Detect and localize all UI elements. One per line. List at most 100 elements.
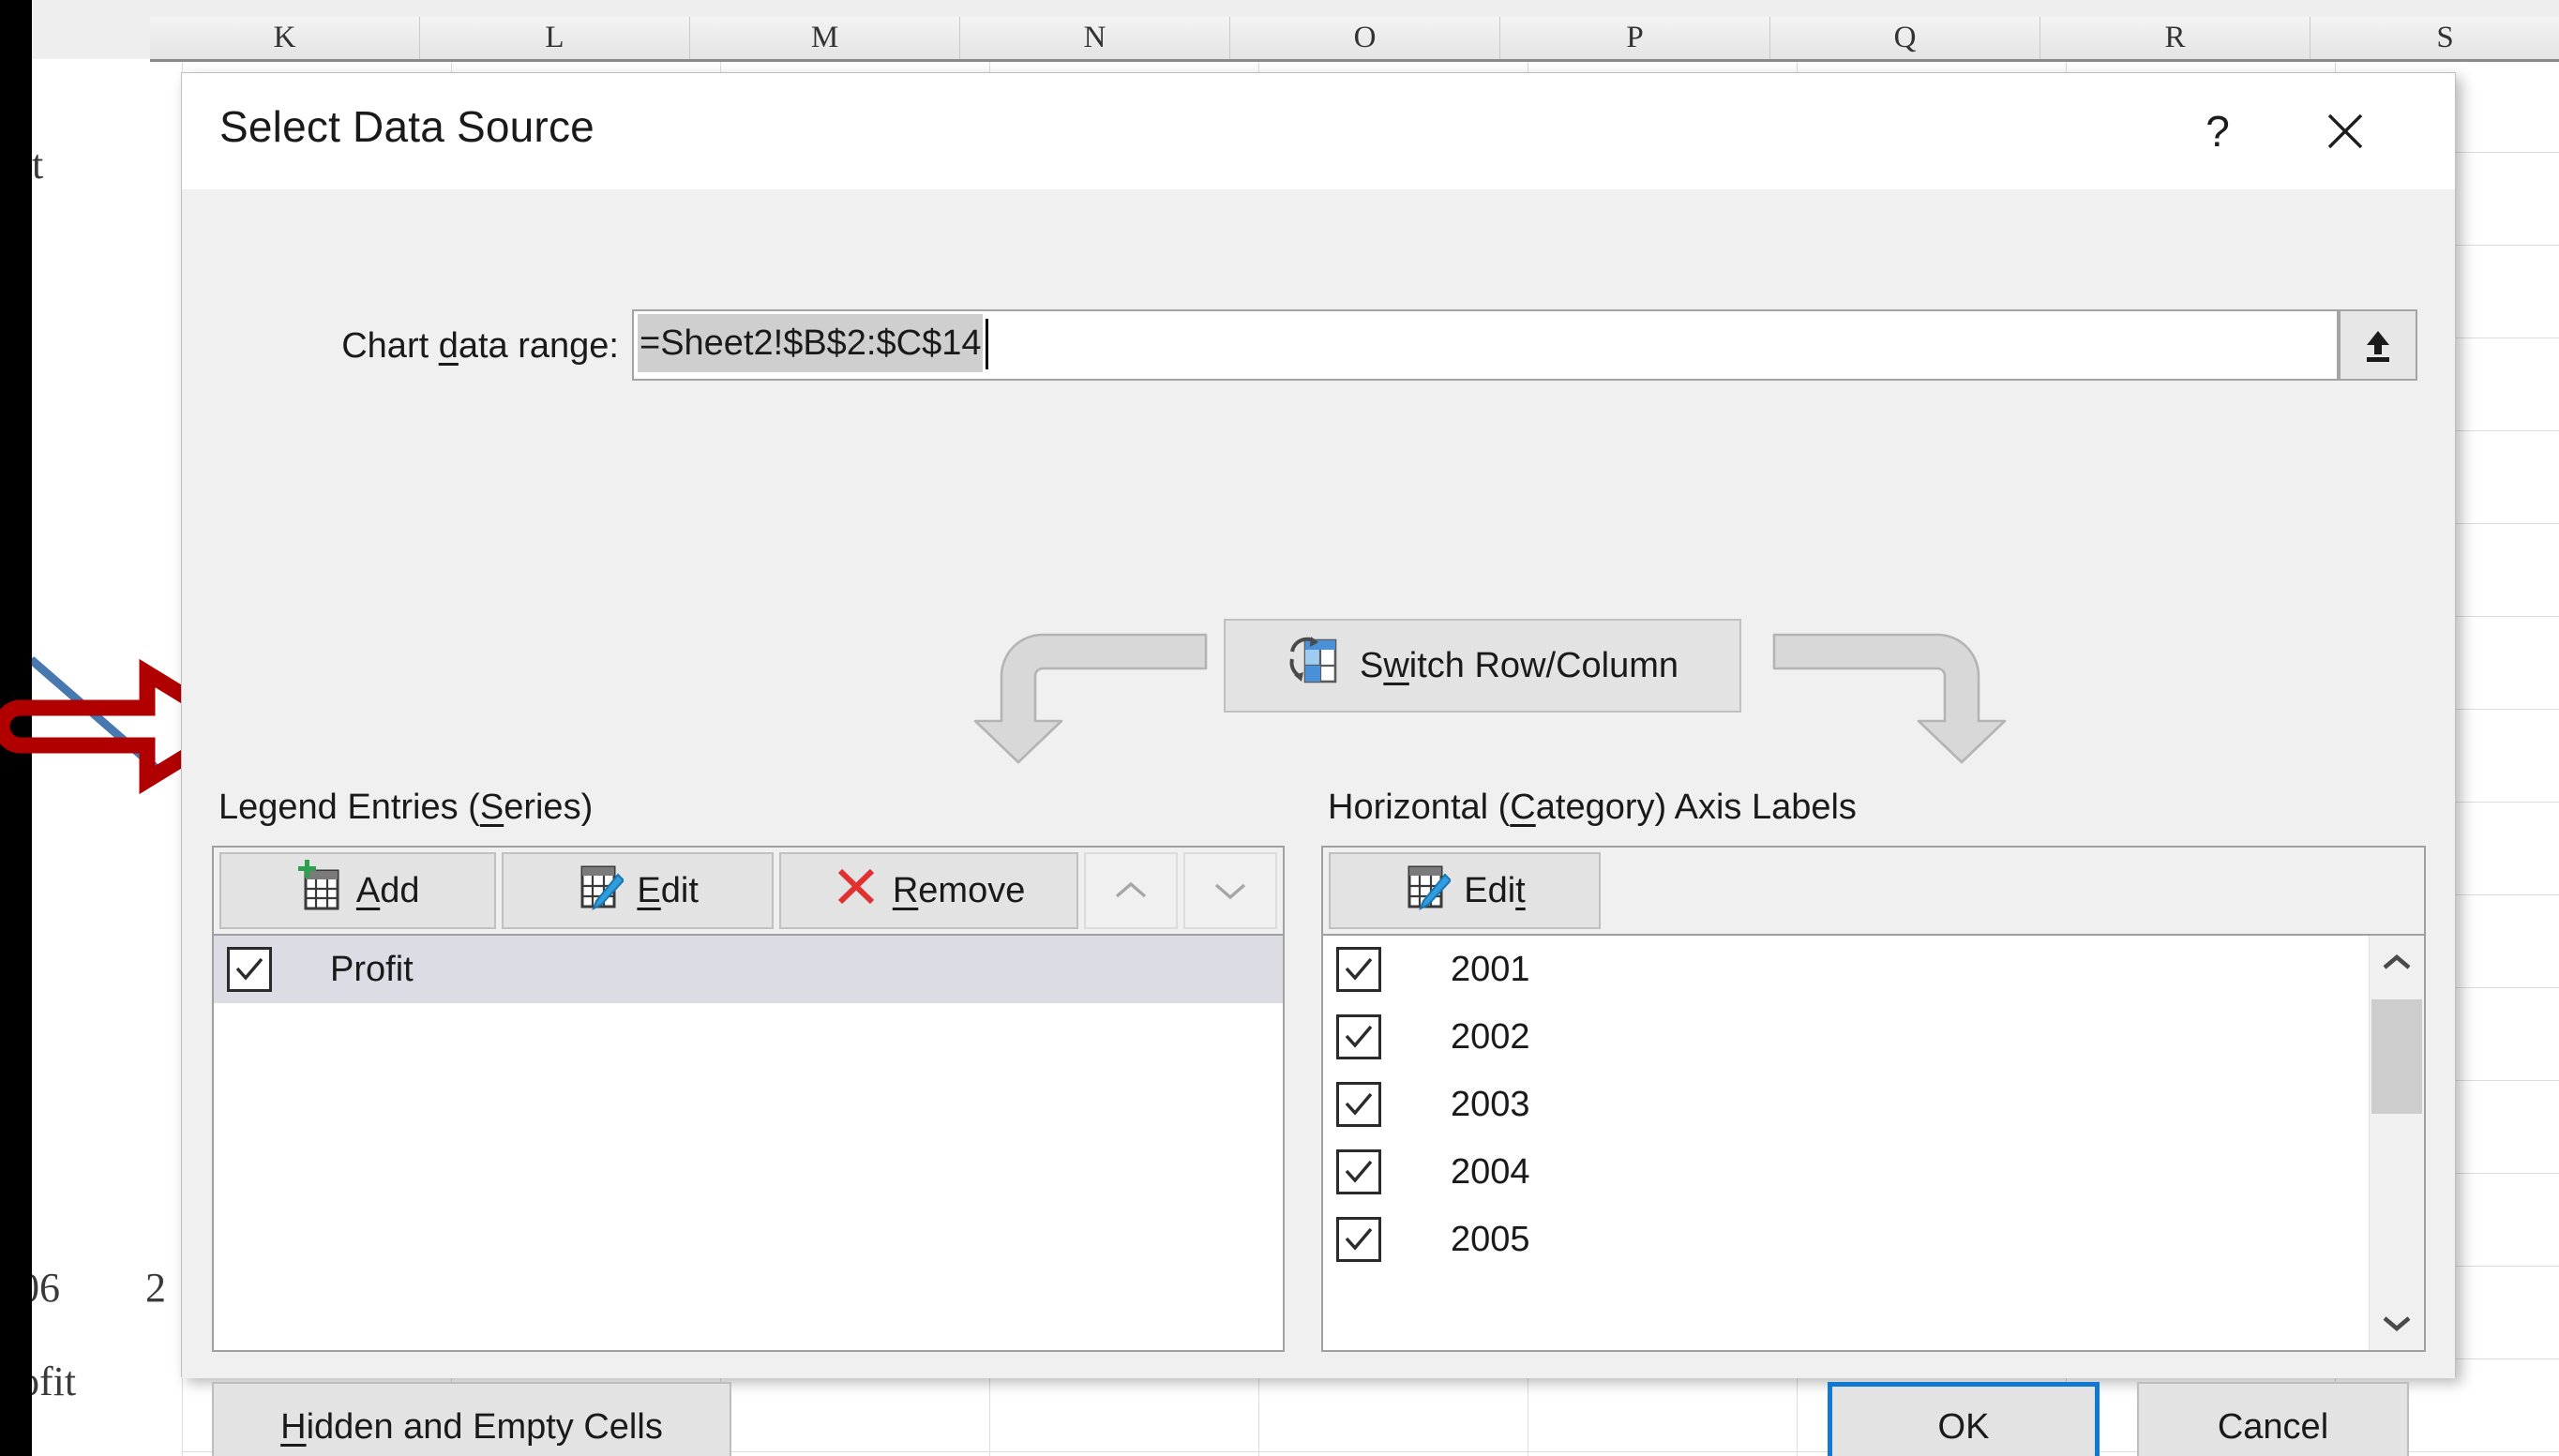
chevron-down-icon [1214,883,1246,900]
move-down-button[interactable] [1183,852,1277,929]
checkmark-icon [1345,1227,1373,1251]
bg-cell-text-chart: t [32,142,44,188]
move-up-button[interactable] [1084,852,1179,929]
range-label-accel: d [438,326,459,366]
axis-edit-part1: Edi [1464,870,1516,910]
axis-item-row[interactable]: 2002 [1323,1003,2370,1071]
scroll-down-button[interactable] [2370,1296,2424,1350]
series-item-checkbox[interactable] [227,947,272,992]
column-header-q[interactable]: Q [1770,17,2040,59]
axis-item-row[interactable]: 2003 [1323,1071,2370,1138]
cancel-button[interactable]: Cancel [2137,1382,2409,1456]
axis-caption-part2: ategory) Axis Labels [1535,788,1857,827]
axis-item-checkbox[interactable] [1336,1014,1381,1059]
add-button[interactable]: Add [219,852,497,929]
edit-rest: dit [660,870,699,910]
column-header-l[interactable]: L [420,17,690,59]
text-caret [986,319,988,369]
checkmark-icon [235,957,263,981]
bg-cell-text-2007: 2 [145,1265,166,1311]
chevron-up-icon [1116,881,1147,898]
collapse-dialog-button[interactable] [2339,309,2417,381]
axis-item-checkbox[interactable] [1336,1217,1381,1262]
axis-item-checkbox[interactable] [1336,947,1381,992]
axis-item-checkbox[interactable] [1336,1149,1381,1194]
remove-button-label: Remove [893,871,1026,911]
column-header-n[interactable]: N [960,17,1230,59]
switch-row-column-label: Switch Row/Column [1360,646,1678,686]
axis-list[interactable]: 2001 2002 2003 2004 2005 [1323,936,2370,1350]
screen-edge-bar [0,0,32,1456]
axis-item-label: 2005 [1451,1219,1530,1259]
hidden-and-empty-cells-button[interactable]: Hidden and Empty Cells [212,1382,731,1456]
ok-button[interactable]: OK [1828,1382,2100,1456]
checkmark-icon [1345,1025,1373,1048]
legend-entries-caption: Legend Entries (Series) [218,788,593,828]
column-header-r[interactable]: R [2040,17,2311,59]
scroll-thumb[interactable] [2371,999,2422,1114]
hidden-accel: H [280,1406,307,1447]
scroll-up-button[interactable] [2370,936,2424,990]
axis-edit-button-label: Edit [1464,871,1525,911]
dialog-title: Select Data Source [219,102,595,151]
axis-item-row[interactable]: 2001 [1323,936,2370,1003]
chart-data-range-input[interactable]: =Sheet2!$B$2:$C$14 [632,309,2339,381]
close-x-icon [2327,113,2363,149]
edit-accel: E [637,870,661,910]
checkmark-icon [1345,1160,1373,1183]
axis-caption-part1: Horizontal ( [1328,788,1511,827]
axis-list-scrollbar[interactable] [2369,936,2424,1350]
left-bent-arrow-icon [960,616,1213,766]
axis-item-row[interactable]: 2004 [1323,1138,2370,1206]
chart-data-range-label: Chart data range: [218,326,619,367]
series-caption-part1: Legend Entries ( [218,788,480,827]
checkmark-icon [1345,1092,1373,1116]
axis-toolbar: Edit [1323,848,2424,936]
series-caption-part2: eries) [504,788,594,827]
series-list[interactable]: Profit [214,936,1283,1350]
column-header-s[interactable]: S [2311,17,2559,59]
checkmark-icon [1345,957,1373,981]
axis-item-checkbox[interactable] [1336,1082,1381,1127]
column-header-o[interactable]: O [1230,17,1500,59]
switch-label-accel: w [1383,645,1409,685]
series-caption-accel: S [479,788,504,827]
close-icon[interactable] [2305,92,2386,171]
series-toolbar: Add Edit Remove [214,848,1283,936]
column-headers: KLMNOPQRS [150,17,2559,62]
axis-edit-accel: t [1515,870,1526,910]
add-table-icon [296,860,343,922]
hidden-rest: idden and Empty Cells [306,1406,663,1447]
axis-edit-button[interactable]: Edit [1329,852,1601,929]
chevron-up-icon [2383,953,2411,969]
dialog-body: Chart data range: =Sheet2!$B$2:$C$14 Swi… [182,189,2455,1456]
switch-label-part1: S [1359,645,1384,685]
series-item-row[interactable]: Profit [214,936,1283,1003]
switch-label-part2: itch Row/Column [1408,645,1679,685]
chart-data-range-value: =Sheet2!$B$2:$C$14 [638,314,984,372]
add-accel: A [355,870,381,910]
remove-rest: emove [918,870,1026,910]
switch-row-column-icon [1287,635,1339,697]
range-label-part2: ata range: [458,326,619,366]
axis-labels-caption: Horizontal (Category) Axis Labels [1328,788,1857,828]
remove-button[interactable]: Remove [778,852,1079,929]
axis-item-label: 2002 [1451,1016,1530,1057]
range-label-part1: Chart [341,326,439,366]
edit-button[interactable]: Edit [502,852,774,929]
column-header-m[interactable]: M [690,17,960,59]
add-rest: dd [380,870,420,910]
dialog-titlebar: Select Data Source ? [182,73,2455,189]
axis-item-label: 2004 [1451,1151,1530,1192]
axis-item-row[interactable]: 2005 [1323,1206,2370,1273]
help-icon[interactable]: ? [2177,92,2258,171]
remove-accel: R [892,870,919,910]
axis-item-label: 2001 [1451,949,1530,989]
column-header-k[interactable]: K [150,17,420,59]
switch-row-column-button[interactable]: Switch Row/Column [1224,619,1741,713]
help-glyph: ? [2205,107,2230,156]
remove-x-icon [833,863,880,919]
legend-entries-panel: Add Edit Remove Profit [212,846,1285,1352]
column-header-p[interactable]: P [1500,17,1770,59]
axis-item-label: 2003 [1451,1084,1530,1124]
